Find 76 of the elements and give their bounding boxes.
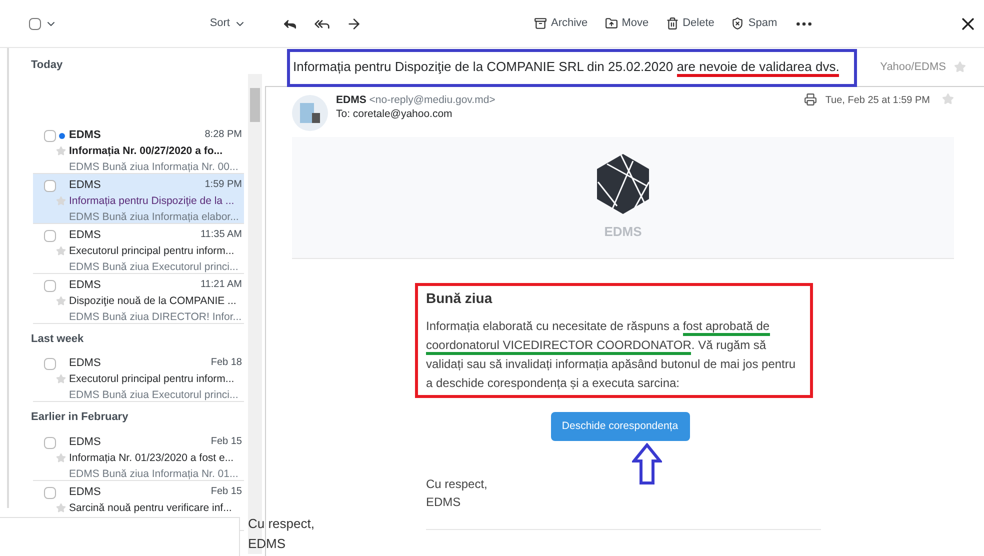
time: Feb 18: [210, 356, 242, 370]
preview: EDMS Bună ziua Informația elabor...: [69, 210, 240, 224]
preview: EDMS Bună ziua Informația Nr. 01...: [69, 466, 240, 482]
group-header: Today: [30, 58, 64, 73]
sort-button[interactable]: Sort: [210, 15, 246, 32]
checkbox[interactable]: [44, 486, 56, 498]
print-icon[interactable]: [804, 93, 818, 106]
preview: EDMS Bună ziua DIRECTOR! Infor...: [69, 310, 242, 324]
sender-line: EDMS <no-reply@mediu.gov.md>: [336, 93, 496, 107]
body-paragraph: Informația elaborată cu necesitate de răspuns a fost aprobată de coordonatorul VICEDIRECTOR COORDONATOR. Vă rugăm să validați sau să invalidați informația apăsând butonul de mai jos pentru a deschide corespondența și a executa sarcina:: [426, 318, 797, 392]
subject: Informația pentru Dispoziţie de la ...: [69, 194, 236, 208]
star-icon[interactable]: [954, 61, 966, 73]
spam-button[interactable]: Spam: [731, 15, 778, 32]
star-icon[interactable]: [56, 196, 66, 206]
time: 1:59 PM: [204, 178, 242, 192]
group-header: Earlier in February: [30, 410, 130, 425]
select-all-checkbox[interactable]: [29, 18, 41, 30]
star-icon[interactable]: [56, 296, 66, 306]
sender: EDMS: [69, 178, 101, 192]
preview: EDMS Bună ziua Executorul princi...: [69, 388, 240, 403]
time: 11:21 AM: [200, 278, 242, 292]
time: Feb 15: [210, 434, 242, 448]
checkbox[interactable]: [44, 358, 56, 370]
email-subject: Informația pentru Dispoziţie de la COMPANIE SRL din 25.02.2020 are nevoie de validarea dvs.: [293, 57, 840, 77]
subject: Informația Nr. 01/23/2020 a fost e...: [69, 450, 235, 466]
message-list-item[interactable]: EDMS 11:21 AM Dispoziţie nouă de la COMPANIE ... EDMS Bună ziua DIRECTOR! Infor...: [33, 274, 244, 324]
subject: Dispoziţie nouă de la COMPANIE ...: [69, 294, 238, 308]
checkbox[interactable]: [44, 230, 56, 242]
time: Feb 15: [210, 484, 242, 498]
stray-text: Cu respect,: [248, 515, 314, 533]
time: 11:35 AM: [200, 228, 242, 242]
sender: EDMS: [69, 484, 101, 500]
group-header: Last week: [30, 332, 85, 346]
checkbox[interactable]: [44, 130, 56, 142]
subject: Executorul principal pentru inform...: [69, 372, 236, 387]
preview: EDMS Bună ziua Informația Nr. 00...: [69, 160, 240, 174]
greeting: Bună ziua: [426, 289, 494, 308]
checkbox[interactable]: [44, 280, 56, 292]
subject: Informația Nr. 00/27/2020 a fo...: [69, 144, 224, 158]
logo-text: EDMS: [604, 222, 642, 241]
move-button[interactable]: Move: [604, 15, 649, 32]
star-icon[interactable]: [942, 93, 954, 105]
stray-text: EDMS: [248, 535, 287, 553]
sender: EDMS: [69, 434, 101, 450]
star-icon[interactable]: [56, 452, 66, 462]
closing: Cu respect,: [426, 476, 488, 493]
checkbox[interactable]: [44, 436, 56, 448]
message-list-item[interactable]: EDMS 1:59 PM Informația pentru Dispoziţie de la ... EDMS Bună ziua Informația elabor...: [33, 174, 244, 224]
star-icon[interactable]: [56, 374, 66, 384]
folder-label: Yahoo/EDMS: [880, 60, 946, 75]
spam-icon: [731, 17, 744, 30]
star-icon[interactable]: [56, 146, 66, 156]
hexagon-logo-icon: [597, 154, 649, 214]
sender: EDMS: [69, 356, 101, 371]
date: Tue, Feb 25 at 1:59 PM: [825, 94, 930, 108]
sender: EDMS: [69, 278, 101, 292]
avatar: [292, 95, 328, 131]
arrow-annotation: [632, 443, 662, 485]
star-icon[interactable]: [56, 246, 66, 256]
archive-button[interactable]: Archive: [534, 15, 588, 32]
forward-icon[interactable]: [346, 16, 362, 32]
time: 8:28 PM: [204, 128, 242, 142]
checkbox[interactable]: [44, 180, 56, 192]
archive-icon: [534, 17, 547, 30]
preview: EDMS Bună ziua Executorul princi...: [69, 260, 240, 274]
delete-icon: [666, 17, 679, 30]
delete-button[interactable]: Delete: [666, 15, 714, 32]
message-list-item[interactable]: EDMS 11:35 AM Executorul principal pentru inform... EDMS Bună ziua Executorul princi...: [33, 224, 244, 274]
subject: Executorul principal pentru inform...: [69, 244, 236, 258]
move-icon: [604, 17, 618, 30]
signature: EDMS: [426, 494, 462, 511]
subject: Sarcină nouă pentru verificare inf...: [69, 500, 233, 516]
sender: EDMS: [69, 128, 101, 142]
sender: EDMS: [69, 228, 101, 242]
recipient: To: coretale@yahoo.com: [336, 107, 454, 121]
star-icon[interactable]: [56, 502, 66, 512]
